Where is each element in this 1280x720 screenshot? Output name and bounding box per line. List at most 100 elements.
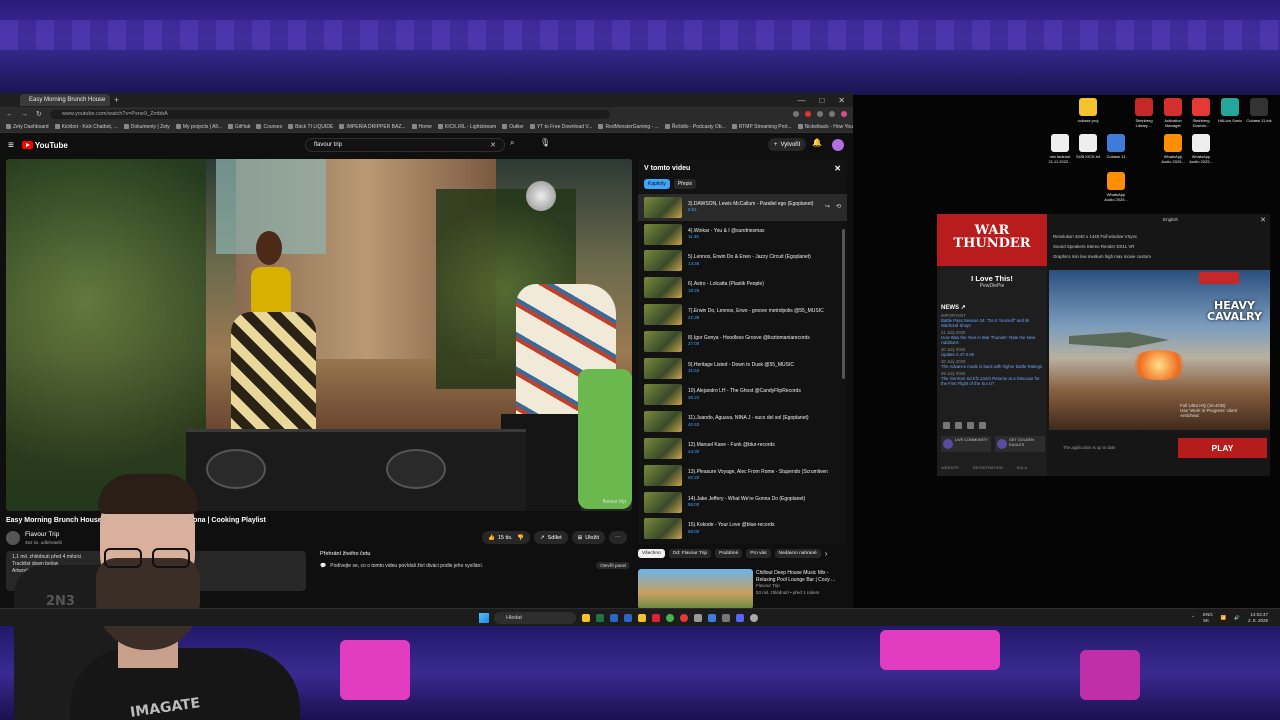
chapter-item[interactable]: 11).Juando, Aguava, NINA J - suco del so…: [638, 408, 847, 435]
app-icon[interactable]: [694, 614, 702, 622]
graphics-setting[interactable]: Graphics min low medium high max movie c…: [1053, 252, 1265, 262]
chapter-item[interactable]: 5).Lennox, Erwin Do & Erwo - Jazzy Circu…: [638, 248, 847, 275]
clock[interactable]: 14:02:47 2. 8. 2025: [1248, 612, 1268, 624]
taskbar-search[interactable]: Hledat: [494, 612, 576, 624]
chapter-time[interactable]: 58:00: [688, 529, 828, 536]
desktop-shortcut[interactable]: SUB KICK.txt: [1074, 134, 1102, 159]
bookmark-item[interactable]: Dokumenty | Zety: [124, 124, 170, 130]
chapter-thumbnail[interactable]: [644, 250, 682, 272]
bookmark-item[interactable]: Bäck TI LIQUIDE: [288, 124, 333, 130]
chapter-thumbnail[interactable]: [644, 357, 682, 379]
chapter-time[interactable]: 22:38: [688, 315, 828, 322]
website-link[interactable]: WEBSITE: [941, 465, 959, 470]
back-icon[interactable]: ←: [6, 111, 13, 118]
chapter-item[interactable]: 9).Heritage Listed - Down to Dusk @55_MU…: [638, 355, 847, 382]
facebook-icon[interactable]: [955, 422, 962, 429]
chapter-time[interactable]: 50:20: [688, 475, 828, 482]
tab-chapters[interactable]: Kapitoly: [644, 179, 670, 189]
url-field[interactable]: www.youtube.com/watch?v=Psne9_ZmbbA: [49, 109, 610, 119]
extension-icon[interactable]: [817, 111, 823, 117]
chapter-item[interactable]: 3).DAWSON, Lewis McCallum - Parallel ego…: [638, 194, 847, 221]
more-actions-button[interactable]: ⋯: [609, 531, 627, 544]
save-button[interactable]: ⊞ Uložit: [571, 531, 605, 544]
chapter-item[interactable]: 7).Erwin Do, Lennox, Erwo - groove metro…: [638, 301, 847, 328]
language-indicator[interactable]: ENG SK: [1203, 612, 1213, 624]
chapter-thumbnail[interactable]: [644, 330, 682, 352]
desktop-shortcut[interactable]: cubase proj: [1074, 98, 1102, 123]
open-panel-button[interactable]: Otevřít panel: [596, 562, 630, 569]
chrome-icon[interactable]: [666, 614, 674, 622]
chapter-thumbnail[interactable]: [644, 464, 682, 486]
desktop-shortcut[interactable]: WhatsApp Audio 2025...: [1102, 172, 1130, 202]
share-button[interactable]: ↗ Sdílet: [533, 531, 568, 544]
chapter-time[interactable]: 8:51: [688, 207, 828, 214]
extension-icon[interactable]: [805, 111, 811, 117]
chapter-item[interactable]: 8).Igor Gonya - Hoodless Groove @lisztom…: [638, 328, 847, 355]
news-item[interactable]: 29 July 2025 The German Sd.Kfz.234/4 Retu…: [941, 371, 1045, 386]
loop-icon[interactable]: ⟲: [836, 203, 841, 210]
profile-icon[interactable]: [841, 111, 847, 117]
news-headline[interactable]: Update 2.47.0.65: [941, 352, 1045, 357]
news-headline[interactable]: How Was the Year in War Thunder: Rate th…: [941, 335, 1045, 345]
chapter-item[interactable]: 6).Astro - Lolcatta (Plastik People) 18:2…: [638, 274, 847, 301]
filter-chip[interactable]: Pro vás: [746, 549, 771, 558]
reload-icon[interactable]: ↻: [36, 110, 42, 118]
discord-icon[interactable]: [736, 614, 744, 622]
file-explorer-icon[interactable]: [582, 614, 590, 622]
extension-icon[interactable]: [793, 111, 799, 117]
folder-icon[interactable]: [638, 614, 646, 622]
microphone-icon[interactable]: 🎙: [540, 138, 550, 147]
like-button[interactable]: 👍 15 tis. 👎: [482, 531, 530, 544]
excel-icon[interactable]: [596, 614, 604, 622]
bookmark-item[interactable]: IMPERIA DRIPPER BAZ...: [339, 124, 405, 130]
desktop-shortcut[interactable]: WhatsApp Audio 2025...: [1159, 134, 1187, 164]
desktop-shortcut[interactable]: Steinberg Library ...: [1130, 98, 1158, 128]
recommended-video[interactable]: Chillout Deep House Music Mix - Relaxing…: [638, 567, 847, 608]
create-button[interactable]: + Vytvořit: [768, 138, 807, 151]
new-tab-icon[interactable]: +: [114, 95, 119, 105]
chapter-item[interactable]: 4).Winkar - You & I @sundriesmax 11:45: [638, 221, 847, 248]
minimize-icon[interactable]: —: [797, 96, 805, 105]
bookmark-item[interactable]: RedMonsterGaming - ...: [598, 124, 658, 130]
panel-scrollbar[interactable]: [842, 229, 845, 379]
bookmark-item[interactable]: Nickelback - How You ...: [798, 124, 853, 130]
chapter-time[interactable]: 18:26: [688, 288, 828, 295]
close-panel-icon[interactable]: ✕: [834, 164, 841, 173]
anticheat-option[interactable]: Anticheat: [1180, 413, 1237, 418]
tray-chevron-icon[interactable]: ⌃: [1191, 615, 1195, 621]
news-item[interactable]: 30 July 2025 Update 2.47.0.65: [941, 347, 1045, 357]
news-title[interactable]: NEWS ↗: [941, 305, 1045, 311]
chapter-thumbnail[interactable]: [644, 518, 682, 540]
bookmark-item[interactable]: Řešidlo - Podcasty Ob...: [665, 124, 726, 130]
chapter-item[interactable]: 12).Manuel Kane - Funk @blur-records 44:3…: [638, 435, 847, 462]
golden-eagles-badge[interactable]: GET GOLDEN EAGLES: [995, 436, 1045, 452]
extension-icon[interactable]: [829, 111, 835, 117]
news-item[interactable]: 31 July 2025 How Was the Year in War Thun…: [941, 330, 1045, 345]
chapter-thumbnail[interactable]: [644, 384, 682, 406]
chips-next-icon[interactable]: ›: [825, 549, 828, 558]
recommended-thumbnail[interactable]: [638, 569, 753, 608]
chapter-time[interactable]: 31:53: [688, 368, 828, 375]
chapter-item[interactable]: 13).Pleasure Voyage, Alec From Rome - St…: [638, 462, 847, 489]
filter-chip[interactable]: Od: Flavour Trip: [668, 549, 712, 558]
chapter-thumbnail[interactable]: [644, 304, 682, 326]
desktop-shortcut[interactable]: Steinberg Downlo...: [1187, 98, 1215, 128]
desktop-shortcut[interactable]: WhatsApp Audio 2025...: [1187, 134, 1215, 164]
app-icon[interactable]: [624, 614, 632, 622]
bookmark-item[interactable]: Outlier: [502, 124, 524, 130]
news-headline[interactable]: The Advance mode is back with higher bat…: [941, 364, 1045, 369]
tab-transcript[interactable]: Přepis: [673, 179, 696, 189]
desktop-shortcut[interactable]: Activation Manager: [1159, 98, 1187, 128]
chapter-item[interactable]: 15).Kokode - Your Love @blue-records 58:0…: [638, 516, 847, 543]
start-icon[interactable]: [479, 613, 489, 623]
news-item[interactable]: IMPORTANT Battle Pass Season 24: "Do It Y…: [941, 313, 1045, 328]
youtube-icon[interactable]: [943, 422, 950, 429]
chapter-thumbnail[interactable]: [644, 491, 682, 513]
clear-search-icon[interactable]: ✕: [490, 141, 496, 149]
chapter-thumbnail[interactable]: [644, 411, 682, 433]
bookmark-item[interactable]: Courses: [256, 124, 282, 130]
filter-chip[interactable]: Všechno: [638, 549, 665, 558]
thumbs-down-icon[interactable]: 👎: [516, 535, 524, 541]
sound-setting[interactable]: Sound Speakers Stereo Render DX11 VR: [1053, 242, 1265, 252]
filter-chip[interactable]: Podobné: [715, 549, 743, 558]
